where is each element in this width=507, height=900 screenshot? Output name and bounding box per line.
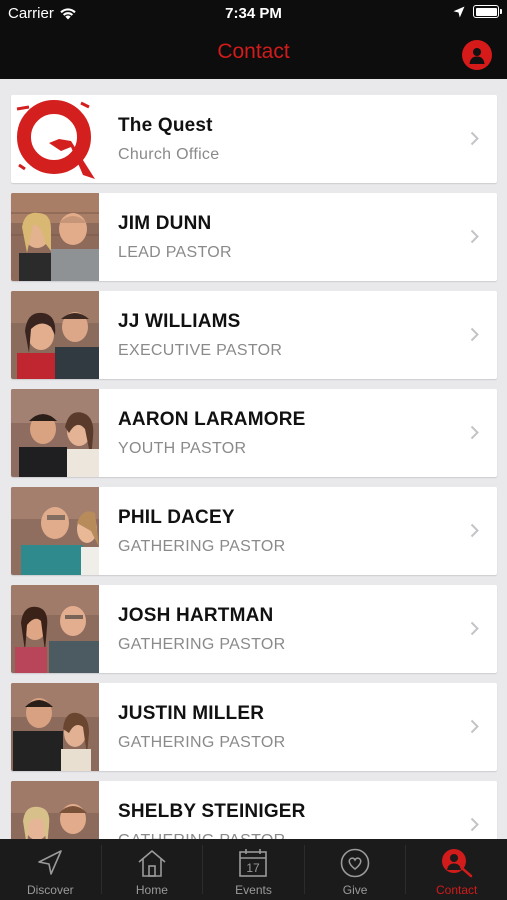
contact-photo [11,585,99,673]
contact-role: GATHERING PASTOR [118,734,286,751]
navigation-arrow-icon [38,850,63,875]
status-time: 7:34 PM [225,5,282,22]
chevron-right-icon [470,425,479,440]
contact-card-aaron-laramore[interactable]: AARON LARAMORE YOUTH PASTOR [11,389,497,477]
profile-button[interactable] [462,40,492,70]
contact-name: The Quest [118,115,213,136]
contact-list: The Quest Church Office JIM DUNN LEAD PA… [11,95,497,879]
contact-photo [11,683,99,771]
chevron-right-icon [470,131,479,146]
contact-name: PHIL DACEY [118,507,235,528]
contact-search-icon [441,849,472,878]
page-title: Contact [217,40,290,63]
status-bar: Carrier 7:34 PM [0,0,507,28]
chevron-right-icon [470,719,479,734]
contact-photo [11,389,99,477]
contact-role: LEAD PASTOR [118,244,232,261]
contact-photo [11,193,99,281]
contact-name: JOSH HARTMAN [118,605,274,626]
tab-events[interactable]: 17 Events [203,839,304,900]
contact-photo [11,487,99,575]
contact-role: EXECUTIVE PASTOR [118,342,283,359]
contact-card-jim-dunn[interactable]: JIM DUNN LEAD PASTOR [11,193,497,281]
home-icon [138,850,166,877]
contact-card-justin-miller[interactable]: JUSTIN MILLER GATHERING PASTOR [11,683,497,771]
chevron-right-icon [470,621,479,636]
tab-label: Give [342,883,368,897]
contact-card-jj-williams[interactable]: JJ WILLIAMS EXECUTIVE PASTOR [11,291,497,379]
contact-card-church-office[interactable]: The Quest Church Office [11,95,497,183]
tab-contact[interactable]: Contact [406,839,507,900]
battery-icon [473,5,502,18]
tab-label: Discover [26,883,74,897]
quest-logo [11,95,99,183]
contact-name: JJ WILLIAMS [118,311,241,332]
contact-name: JUSTIN MILLER [118,703,265,724]
navigation-header: Carrier 7:34 PM Contact [0,0,507,79]
user-icon [469,48,485,64]
contact-role: Church Office [118,146,220,163]
tab-give[interactable]: Give [305,839,406,900]
chevron-right-icon [470,229,479,244]
contact-name: AARON LARAMORE [118,409,306,430]
contact-role: GATHERING PASTOR [118,538,286,555]
contact-card-phil-dacey[interactable]: PHIL DACEY GATHERING PASTOR [11,487,497,575]
contact-role: YOUTH PASTOR [118,440,247,457]
calendar-icon: 17 [239,849,268,877]
chevron-right-icon [470,523,479,538]
tab-label: Contact [435,883,478,897]
tab-label: Home [135,883,168,897]
chevron-right-icon [470,327,479,342]
contact-name: JIM DUNN [118,213,212,234]
tab-discover[interactable]: Discover [0,839,101,900]
tab-label: Events [235,883,272,897]
tab-bar: Discover Home 17 Events Give Contact [0,839,507,900]
calendar-day: 17 [247,861,261,875]
contact-name: SHELBY STEINIGER [118,801,306,822]
contact-role: GATHERING PASTOR [118,636,286,653]
contact-photo [11,291,99,379]
chevron-right-icon [470,817,479,832]
location-arrow-icon [453,6,465,17]
heart-icon [340,848,370,878]
contact-card-josh-hartman[interactable]: JOSH HARTMAN GATHERING PASTOR [11,585,497,673]
tab-home[interactable]: Home [102,839,203,900]
